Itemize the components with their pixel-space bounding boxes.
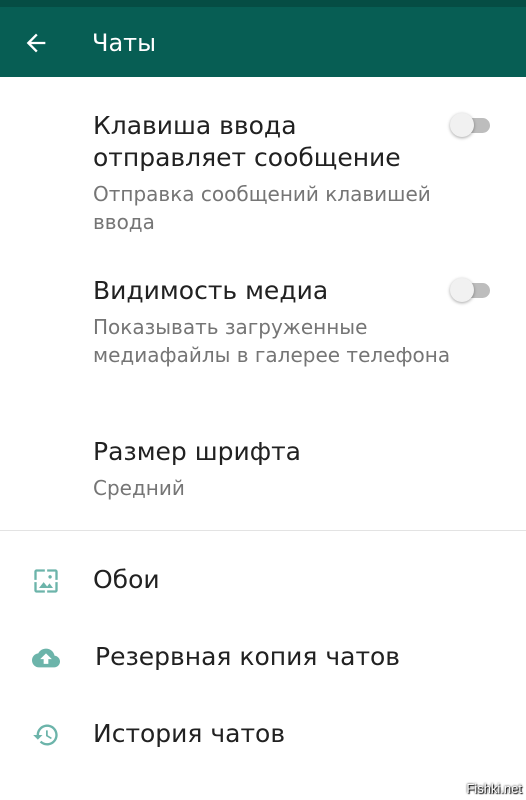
page-title: Чаты xyxy=(92,29,157,57)
setting-enter-sends-title: Клавиша ввода отправляет сообщение xyxy=(93,111,401,172)
media-visibility-toggle[interactable] xyxy=(450,278,492,302)
divider xyxy=(0,530,526,531)
row-chat-history-label: История чатов xyxy=(93,719,286,748)
row-wallpaper[interactable]: Обои xyxy=(0,550,526,610)
history-icon xyxy=(32,721,60,749)
setting-font-size[interactable]: Размер шрифта Средний xyxy=(93,436,453,502)
setting-font-size-value: Средний xyxy=(93,476,185,500)
row-chat-backup[interactable]: Резервная копия чатов xyxy=(0,627,526,687)
status-bar xyxy=(0,0,526,7)
wallpaper-icon xyxy=(32,567,60,595)
setting-enter-sends-subtitle: Отправка сообщений клавишей ввода xyxy=(93,182,431,234)
setting-media-visibility[interactable]: Видимость медиа Показывать загруженные м… xyxy=(93,275,453,369)
toggle-thumb xyxy=(450,278,474,302)
row-chat-backup-label: Резервная копия чатов xyxy=(95,642,401,671)
row-wallpaper-label: Обои xyxy=(93,565,160,594)
cloud-upload-icon xyxy=(32,644,60,672)
watermark: Fishki.net xyxy=(466,781,522,796)
app-bar: Чаты xyxy=(0,7,526,77)
setting-enter-sends[interactable]: Клавиша ввода отправляет сообщение Отпра… xyxy=(93,110,453,236)
enter-sends-toggle[interactable] xyxy=(450,113,492,137)
setting-media-visibility-title: Видимость медиа xyxy=(93,276,329,305)
setting-font-size-title: Размер шрифта xyxy=(93,437,301,466)
row-chat-history[interactable]: История чатов xyxy=(0,704,526,764)
arrow-left-icon[interactable] xyxy=(22,29,50,57)
setting-media-visibility-subtitle: Показывать загруженные медиафайлы в гале… xyxy=(93,315,451,367)
toggle-thumb xyxy=(450,113,474,137)
